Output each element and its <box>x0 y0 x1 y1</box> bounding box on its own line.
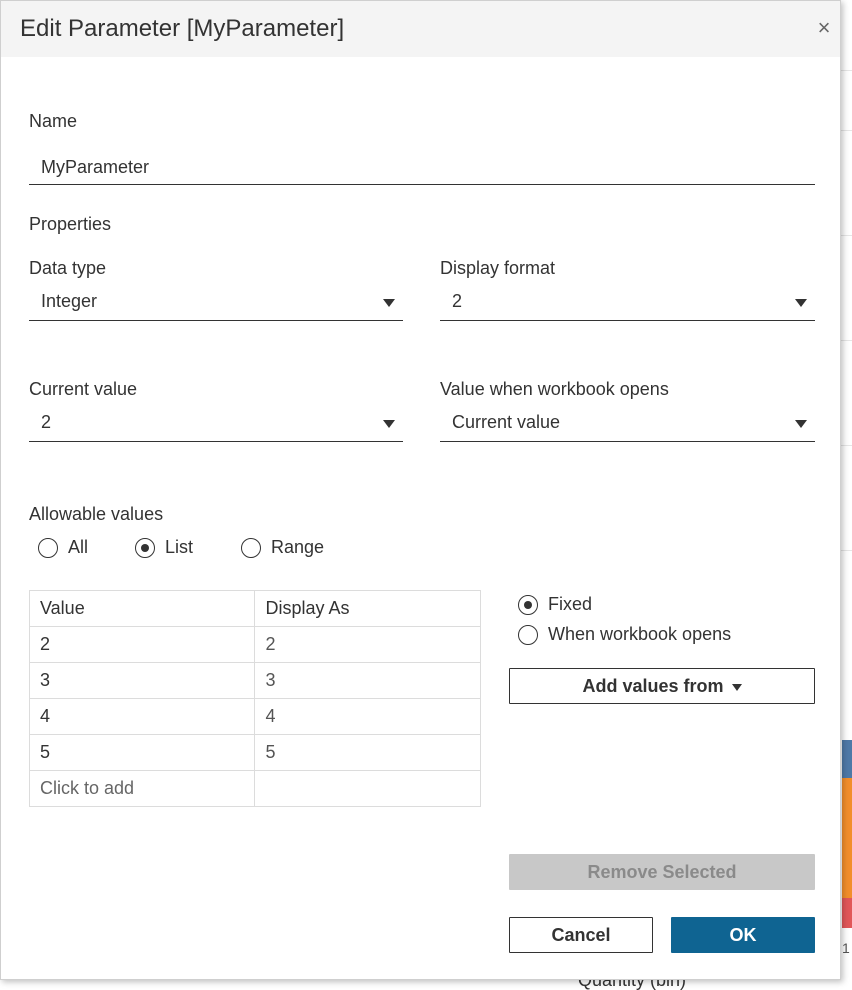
table-row[interactable]: 2 2 <box>28 626 481 663</box>
values-table: Value Display As 2 2 3 3 4 4 5 5 Click t… <box>28 590 481 807</box>
chart-bar-orange <box>842 778 852 898</box>
allowable-values-label: Allowable values <box>29 504 164 524</box>
cancel-button[interactable]: Cancel <box>509 917 653 953</box>
chevron-down-icon <box>383 420 395 428</box>
add-values-from-button[interactable]: Add values from <box>509 668 815 704</box>
radio-range-label[interactable]: Range <box>271 537 324 558</box>
radio-fixed-label[interactable]: Fixed <box>548 594 592 615</box>
cell-value[interactable]: 3 <box>28 662 256 699</box>
display-format-dropdown[interactable]: 2 <box>440 285 815 321</box>
table-row[interactable]: 3 3 <box>28 662 481 699</box>
display-format-label: Display format <box>440 258 556 278</box>
dialog-title: Edit Parameter [MyParameter] <box>20 15 345 42</box>
remove-selected-button[interactable]: Remove Selected <box>509 854 815 890</box>
cell-display-as[interactable]: 5 <box>254 734 481 771</box>
cell-value[interactable]: 2 <box>28 626 256 663</box>
radio-fixed[interactable] <box>518 595 538 615</box>
click-to-add-cell[interactable]: Click to add <box>28 770 256 807</box>
radio-list[interactable] <box>135 538 155 558</box>
radio-when-workbook-opens[interactable] <box>518 625 538 645</box>
table-row[interactable]: 4 4 <box>28 698 481 735</box>
value-when-opens-dropdown[interactable]: Current value <box>440 406 815 442</box>
edit-parameter-dialog: Edit Parameter [MyParameter] × Name MyPa… <box>0 0 841 980</box>
value-when-opens-value: Current value <box>452 412 561 432</box>
chevron-down-icon <box>795 420 807 428</box>
value-when-opens-label: Value when workbook opens <box>440 379 669 399</box>
radio-all[interactable] <box>38 538 58 558</box>
current-value-dropdown[interactable]: 2 <box>29 406 403 442</box>
radio-list-label[interactable]: List <box>165 537 193 558</box>
radio-all-label[interactable]: All <box>68 537 88 558</box>
chart-bar-blue <box>842 740 852 778</box>
properties-heading: Properties <box>29 214 112 234</box>
name-input[interactable]: MyParameter <box>29 149 815 185</box>
table-row[interactable]: 5 5 <box>28 734 481 771</box>
chart-bar-red <box>842 898 852 928</box>
add-values-from-label: Add values from <box>582 676 724 696</box>
close-icon[interactable]: × <box>813 17 835 39</box>
radio-when-workbook-opens-label[interactable]: When workbook opens <box>548 624 731 645</box>
cell-display-as[interactable]: 3 <box>254 662 481 699</box>
display-format-value: 2 <box>452 291 463 311</box>
column-header-value: Value <box>28 590 256 627</box>
current-value-value: 2 <box>41 412 52 432</box>
data-type-value: Integer <box>41 291 98 311</box>
chevron-down-icon <box>795 299 807 307</box>
chevron-down-icon <box>383 299 395 307</box>
table-header-row: Value Display As <box>28 590 481 627</box>
name-input-value: MyParameter <box>41 157 150 177</box>
dialog-titlebar: Edit Parameter [MyParameter] × <box>1 1 840 57</box>
axis-tick-label: 1 <box>842 940 850 956</box>
empty-display-cell[interactable] <box>254 770 481 807</box>
caret-down-icon <box>731 683 742 691</box>
name-label: Name <box>29 111 78 131</box>
data-type-label: Data type <box>29 258 107 278</box>
current-value-label: Current value <box>29 379 138 399</box>
cell-display-as[interactable]: 2 <box>254 626 481 663</box>
add-row[interactable]: Click to add <box>28 770 481 807</box>
cell-display-as[interactable]: 4 <box>254 698 481 735</box>
ok-button[interactable]: OK <box>671 917 815 953</box>
radio-range[interactable] <box>241 538 261 558</box>
cell-value[interactable]: 4 <box>28 698 256 735</box>
column-header-display-as: Display As <box>254 590 481 627</box>
cell-value[interactable]: 5 <box>28 734 256 771</box>
data-type-dropdown[interactable]: Integer <box>29 285 403 321</box>
